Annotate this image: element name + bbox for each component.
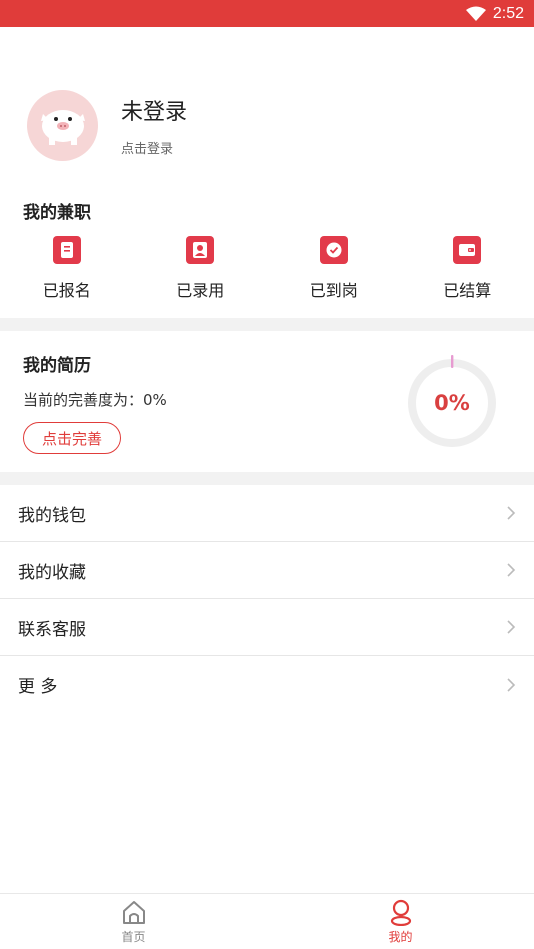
check-circle-icon [319, 236, 348, 264]
wallet-icon [453, 236, 482, 264]
part-time-title: 我的兼职 [23, 203, 91, 223]
profile-header[interactable]: 未登录 点击登录 [27, 90, 187, 161]
bottom-tab-bar: 首页 我的 [0, 893, 534, 949]
menu-list: 我的钱包 我的收藏 联系客服 更 多 [0, 485, 534, 713]
person-icon [186, 236, 215, 264]
user-icon [390, 899, 411, 926]
menu-item-wallet[interactable]: 我的钱包 [0, 485, 534, 542]
tab-mine[interactable]: 我的 [267, 894, 534, 949]
wifi-icon [465, 6, 486, 21]
menu-item-favorites[interactable]: 我的收藏 [0, 542, 534, 599]
login-link[interactable]: 点击登录 [121, 138, 187, 157]
menu-item-label: 我的钱包 [18, 505, 86, 526]
resume-title: 我的简历 [23, 356, 91, 376]
menu-item-more[interactable]: 更 多 [0, 656, 534, 713]
section-divider [0, 472, 534, 485]
avatar[interactable] [27, 90, 98, 161]
chevron-right-icon [507, 677, 516, 692]
resume-progress-value: 0% [434, 391, 470, 415]
job-label: 已结算 [443, 281, 492, 300]
section-divider [0, 318, 534, 331]
menu-item-label: 更 多 [18, 677, 58, 697]
job-on-duty[interactable]: 已到岗 [267, 236, 401, 301]
chevron-right-icon [507, 506, 516, 520]
tab-label: 我的 [388, 930, 413, 944]
job-settled[interactable]: 已结算 [401, 236, 534, 301]
document-icon [52, 236, 81, 264]
job-label: 已录用 [176, 281, 225, 300]
pig-avatar-icon [41, 110, 85, 145]
chevron-right-icon [507, 563, 516, 577]
complete-resume-button[interactable]: 点击完善 [23, 422, 121, 454]
home-icon [122, 901, 145, 924]
job-hired[interactable]: 已录用 [134, 236, 268, 301]
menu-item-label: 我的收藏 [18, 562, 86, 583]
job-label: 已到岗 [309, 281, 358, 300]
job-label: 已报名 [42, 281, 91, 300]
part-time-status-row: 已报名 已录用 已到岗 已结算 [0, 236, 534, 301]
chevron-right-icon [507, 620, 516, 634]
menu-item-label: 联系客服 [18, 619, 86, 640]
profile-name: 未登录 [121, 100, 188, 125]
resume-completion-text: 当前的完善度为：0% [23, 391, 167, 409]
menu-item-support[interactable]: 联系客服 [0, 599, 534, 656]
tab-label: 首页 [121, 930, 146, 944]
status-bar: 2:52 [0, 0, 534, 27]
job-applied[interactable]: 已报名 [0, 236, 134, 301]
status-time: 2:52 [492, 4, 524, 22]
tab-home[interactable]: 首页 [0, 894, 267, 949]
